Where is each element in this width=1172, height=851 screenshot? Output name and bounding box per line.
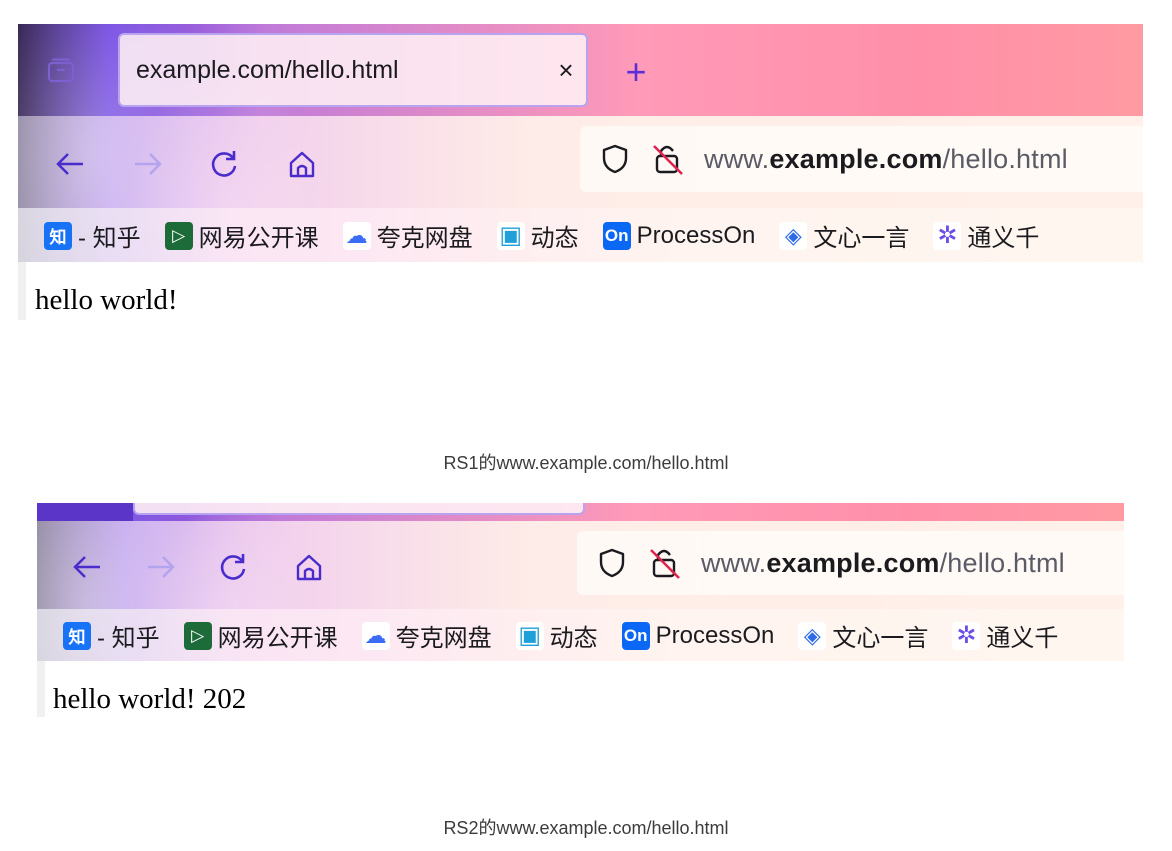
url-path: /hello.html <box>942 143 1068 174</box>
new-tab-button[interactable]: + <box>614 50 658 94</box>
bookmark-label: 通义千 <box>967 225 1040 252</box>
bookmark-label: - 知乎 <box>97 625 160 652</box>
caption-rs1: RS1的www.example.com/hello.html <box>443 453 729 473</box>
url-domain: example.com <box>766 547 940 578</box>
lock-insecure-icon <box>650 549 680 579</box>
forward-button[interactable] <box>139 545 183 589</box>
home-icon <box>296 554 322 581</box>
arrow-left-icon <box>73 556 100 578</box>
bookmark-label: - 知乎 <box>78 225 141 252</box>
back-button[interactable] <box>65 545 109 589</box>
forward-button[interactable] <box>126 142 170 186</box>
bookmark-bilibili-dynamic[interactable]: ▣ 动态 <box>515 618 598 653</box>
page-content: hello world! <box>18 262 1143 320</box>
processon-icon: On <box>621 621 650 650</box>
wenxin-icon: ◈ <box>798 621 827 650</box>
bookmark-tongyi[interactable]: ✲ 通义千 <box>952 618 1058 653</box>
bookmark-zhihu[interactable]: 知- 知乎 <box>63 618 160 653</box>
page-content: hello world! 202 <box>37 661 1124 717</box>
play-icon: ▷ <box>164 221 193 250</box>
bookmark-label: ProcessOn <box>655 621 775 649</box>
bookmark-processon[interactable]: On ProcessOn <box>621 621 775 650</box>
browser-chrome: www.example.com/hello.html 知- 知乎 ▷ 网易公开课 … <box>37 503 1124 661</box>
reload-icon <box>220 554 246 580</box>
wenxin-icon: ◈ <box>779 221 808 250</box>
url-domain: example.com <box>769 143 943 174</box>
bookmark-processon[interactable]: On ProcessOn <box>602 221 756 250</box>
shield-icon <box>599 548 625 578</box>
reload-icon <box>211 151 237 177</box>
url-bar[interactable]: www.example.com/hello.html <box>580 126 1143 192</box>
bookmark-163-open-course[interactable]: ▷ 网易公开课 <box>183 618 338 653</box>
bookmark-quark-drive[interactable]: ☁ 夸克网盘 <box>361 618 492 653</box>
tongyi-icon: ✲ <box>952 621 981 650</box>
bookmark-wenxin-yiyan[interactable]: ◈ 文心一言 <box>798 618 928 653</box>
url-prefix: www. <box>701 547 767 578</box>
page-text: hello world! <box>35 284 178 316</box>
bookmark-label: 夸克网盘 <box>376 225 473 252</box>
play-icon: ▷ <box>183 621 212 650</box>
bookmark-label: 动态 <box>530 225 579 252</box>
insecure-connection-button[interactable] <box>641 542 689 584</box>
tongyi-icon: ✲ <box>933 221 962 250</box>
bookmark-zhihu[interactable]: 知- 知乎 <box>44 218 141 253</box>
cloud-icon: ☁ <box>342 221 371 250</box>
bilibili-tv-icon: ▣ <box>496 221 525 250</box>
arrow-right-icon <box>135 153 162 175</box>
bookmarks-toolbar: 知- 知乎 ▷ 网易公开课 ☁ 夸克网盘 ▣ 动态 On ProcessOn ◈ 文心一言… <box>63 618 1082 653</box>
zhihu-icon: 知 <box>63 621 91 650</box>
bookmark-label: 网易公开课 <box>217 625 338 652</box>
caption-rs2: RS2的www.example.com/hello.html <box>443 818 729 838</box>
home-button[interactable] <box>280 142 324 186</box>
bookmark-label: 文心一言 <box>832 625 929 652</box>
bilibili-tv-icon: ▣ <box>515 621 544 650</box>
shield-icon <box>602 144 628 174</box>
tracking-protection-button[interactable] <box>594 138 636 180</box>
reload-button[interactable] <box>211 545 255 589</box>
browser-screenshot-rs1: example.com/hello.html × + www.example.c… <box>18 24 1143 320</box>
bookmark-label: 网易公开课 <box>198 225 319 252</box>
url-bar[interactable]: www.example.com/hello.html <box>577 531 1124 595</box>
bookmark-163-open-course[interactable]: ▷ 网易公开课 <box>164 218 319 253</box>
url-text[interactable]: www.example.com/hello.html <box>701 548 1065 579</box>
tab-close-button[interactable]: × <box>546 55 586 86</box>
bookmarks-toolbar: 知- 知乎 ▷ 网易公开课 ☁ 夸克网盘 ▣ 动态 On ProcessOn ◈ 文心一言… <box>44 218 1063 253</box>
bookmark-label: 夸克网盘 <box>395 625 492 652</box>
plus-icon: + <box>625 51 647 92</box>
bookmark-bilibili-dynamic[interactable]: ▣ 动态 <box>496 218 579 253</box>
arrow-right-icon <box>148 556 175 578</box>
bookmark-label: ProcessOn <box>636 221 756 249</box>
bookmark-label: 动态 <box>549 625 598 652</box>
back-button[interactable] <box>48 142 92 186</box>
browser-chrome: example.com/hello.html × + www.example.c… <box>18 24 1143 262</box>
tab-overview-icon <box>47 58 75 83</box>
bookmark-tongyi[interactable]: ✲ 通义千 <box>933 218 1039 253</box>
reload-button[interactable] <box>202 142 246 186</box>
bookmark-quark-drive[interactable]: ☁ 夸克网盘 <box>342 218 473 253</box>
tab-overview-button[interactable] <box>40 50 82 92</box>
home-icon <box>289 151 315 178</box>
home-button[interactable] <box>287 545 331 589</box>
bookmark-wenxin-yiyan[interactable]: ◈ 文心一言 <box>779 218 909 253</box>
page-text: hello world! 202 <box>53 683 247 715</box>
url-text[interactable]: www.example.com/hello.html <box>704 144 1068 175</box>
lock-insecure-icon <box>653 145 683 175</box>
tab-title: example.com/hello.html <box>136 55 399 84</box>
browser-screenshot-rs2: www.example.com/hello.html 知- 知乎 ▷ 网易公开课 … <box>37 503 1124 717</box>
url-path: /hello.html <box>939 547 1065 578</box>
cloud-icon: ☁ <box>361 621 390 650</box>
arrow-left-icon <box>56 153 83 175</box>
url-prefix: www. <box>704 143 770 174</box>
active-tab[interactable]: example.com/hello.html × <box>118 33 588 107</box>
bookmark-label: 通义千 <box>986 625 1059 652</box>
insecure-connection-button[interactable] <box>644 138 692 180</box>
processon-icon: On <box>602 221 631 250</box>
zhihu-icon: 知 <box>44 221 72 250</box>
active-tab[interactable] <box>133 503 585 515</box>
tracking-protection-button[interactable] <box>591 542 633 584</box>
bookmark-label: 文心一言 <box>813 225 910 252</box>
